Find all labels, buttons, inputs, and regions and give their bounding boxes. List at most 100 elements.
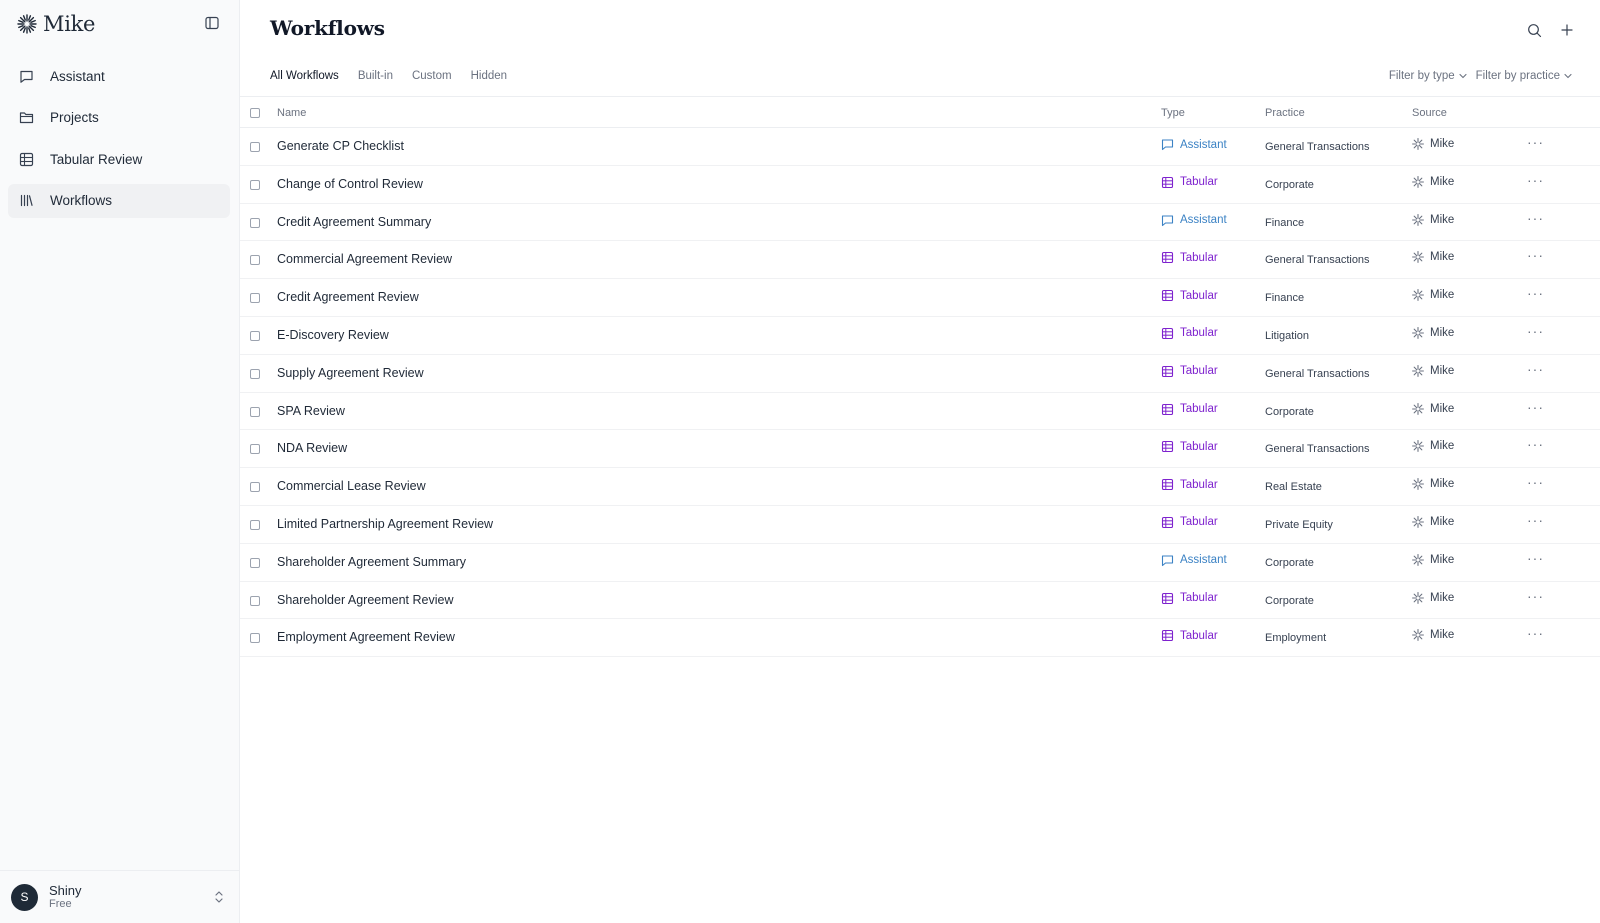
workflow-name[interactable]: Commercial Agreement Review	[277, 252, 452, 266]
row-checkbox[interactable]	[250, 293, 260, 304]
table-row[interactable]: Shareholder Agreement Summary Assistant Co…	[240, 544, 1600, 582]
workflow-type-badge: Tabular	[1161, 403, 1218, 416]
table-row[interactable]: Commercial Agreement Review Tabular Genera…	[240, 241, 1600, 280]
row-more-actions-button[interactable]: ···	[1527, 323, 1544, 339]
table-row[interactable]: SPA Review Tabular Corporate Mike ···	[240, 393, 1600, 431]
starburst-logo-icon	[1412, 516, 1424, 528]
row-checkbox[interactable]	[250, 255, 260, 266]
row-checkbox[interactable]	[250, 217, 260, 228]
row-more-actions-button[interactable]: ···	[1527, 588, 1544, 604]
sidebar-item-tabular-review[interactable]: Tabular Review	[8, 142, 230, 176]
user-name: Shiny	[49, 882, 82, 898]
row-more-actions-button[interactable]: ···	[1527, 285, 1544, 301]
user-plan: Free	[49, 898, 72, 911]
row-checkbox[interactable]	[250, 595, 260, 606]
row-checkbox[interactable]	[250, 179, 260, 190]
table-row[interactable]: NDA Review Tabular General Transactions Mik…	[240, 430, 1600, 469]
row-checkbox[interactable]	[250, 444, 260, 455]
row-more-actions-button[interactable]: ···	[1527, 361, 1544, 377]
column-header-type[interactable]: Type	[1161, 107, 1185, 119]
sidebar-item-workflows[interactable]: Workflows	[8, 183, 230, 218]
workflow-name[interactable]: Change of Control Review	[277, 177, 423, 191]
user-menu[interactable]: S Shiny Free	[0, 870, 239, 923]
workflow-name[interactable]: Credit Agreement Summary	[277, 215, 431, 229]
sidebar-item-projects[interactable]: Projects	[8, 101, 230, 135]
tab-hidden[interactable]: Hidden	[471, 70, 507, 82]
table-icon	[1161, 403, 1174, 415]
column-header-source[interactable]: Source	[1412, 107, 1447, 119]
row-more-actions-button[interactable]: ···	[1527, 399, 1544, 415]
workflow-type-label: Tabular	[1180, 365, 1218, 378]
tab-custom[interactable]: Custom	[412, 70, 452, 82]
sidebar-toggle-button[interactable]	[203, 14, 221, 32]
workflow-name[interactable]: Generate CP Checklist	[277, 139, 404, 153]
row-checkbox[interactable]	[250, 633, 260, 644]
workflow-name[interactable]: Employment Agreement Review	[277, 630, 455, 644]
brand[interactable]: Mike	[17, 11, 95, 37]
add-workflow-button[interactable]	[1558, 21, 1576, 39]
row-more-actions-button[interactable]: ···	[1527, 512, 1544, 528]
workflow-name[interactable]: Supply Agreement Review	[277, 366, 424, 380]
table-row[interactable]: Change of Control Review Tabular Corporate…	[240, 166, 1600, 204]
sidebar-panel-icon	[205, 16, 219, 30]
row-more-actions-button[interactable]: ···	[1527, 172, 1544, 188]
row-more-actions-button[interactable]: ···	[1527, 550, 1544, 566]
table-row[interactable]: Employment Agreement Review Tabular Employ…	[240, 619, 1600, 658]
workflow-name[interactable]: Credit Agreement Review	[277, 290, 419, 304]
tab-all-workflows[interactable]: All Workflows	[270, 70, 339, 82]
row-checkbox[interactable]	[250, 557, 260, 568]
row-more-actions-button[interactable]: ···	[1527, 134, 1544, 150]
sidebar: Mike Assistant Projects Tabular Review W…	[0, 0, 240, 923]
row-more-actions-button[interactable]: ···	[1527, 474, 1544, 490]
row-more-actions-button[interactable]: ···	[1527, 625, 1544, 641]
workflow-type-badge: Assistant	[1161, 554, 1227, 567]
select-all-checkbox[interactable]	[250, 108, 260, 118]
workflow-type-label: Assistant	[1180, 214, 1227, 227]
row-checkbox[interactable]	[250, 142, 260, 152]
table-row[interactable]: Supply Agreement Review Tabular General Tr…	[240, 355, 1600, 393]
workflow-type-label: Tabular	[1180, 592, 1218, 605]
workflow-name[interactable]: Limited Partnership Agreement Review	[277, 517, 493, 531]
workflow-name[interactable]: SPA Review	[277, 404, 345, 418]
starburst-logo-icon	[1412, 478, 1424, 491]
sidebar-item-assistant[interactable]: Assistant	[8, 59, 230, 93]
filter-label: Filter by type	[1388, 70, 1455, 82]
table-row[interactable]: Limited Partnership Agreement Review Tabu…	[240, 506, 1600, 544]
workflow-name[interactable]: NDA Review	[277, 441, 347, 455]
table-row[interactable]: Commercial Lease Review Tabular Real Estat…	[240, 468, 1600, 506]
column-header-name[interactable]: Name	[277, 107, 306, 119]
table-row[interactable]: Generate CP Checklist Assistant General Tr…	[240, 128, 1600, 166]
table-row[interactable]: E-Discovery Review Tabular Litigation Mike ·…	[240, 317, 1600, 355]
starburst-logo-icon	[1412, 402, 1424, 415]
row-more-actions-button[interactable]: ···	[1527, 210, 1544, 226]
row-more-actions-button[interactable]: ···	[1527, 247, 1544, 263]
workflow-name[interactable]: Shareholder Agreement Review	[277, 593, 454, 607]
row-checkbox[interactable]	[250, 330, 260, 341]
filter-by-practice-dropdown[interactable]: Filter by practice	[1476, 70, 1572, 82]
workflow-source: Mike	[1412, 289, 1454, 301]
table-row[interactable]: Credit Agreement Summary Assistant Finance…	[240, 204, 1600, 242]
workflow-practice: Litigation	[1265, 329, 1310, 342]
workflow-type-label: Tabular	[1180, 629, 1218, 642]
workflow-type-badge: Tabular	[1161, 327, 1218, 340]
chevron-down-icon	[1564, 73, 1572, 79]
starburst-logo-icon	[1412, 629, 1424, 642]
table-icon	[1161, 479, 1174, 491]
workflow-source: Mike	[1412, 251, 1454, 263]
workflow-practice: Real Estate	[1265, 481, 1322, 494]
filter-by-type-dropdown[interactable]: Filter by type	[1389, 70, 1467, 82]
row-checkbox[interactable]	[250, 482, 260, 493]
row-checkbox[interactable]	[250, 519, 260, 530]
column-header-practice[interactable]: Practice	[1265, 107, 1305, 119]
workflow-name[interactable]: Commercial Lease Review	[277, 479, 426, 493]
row-checkbox[interactable]	[250, 368, 260, 379]
row-more-actions-button[interactable]: ···	[1527, 436, 1544, 452]
table-row[interactable]: Shareholder Agreement Review Tabular Corpo…	[240, 582, 1600, 620]
tab-built-in[interactable]: Built-in	[358, 70, 393, 82]
row-checkbox[interactable]	[250, 406, 260, 417]
workflow-source-label: Mike	[1430, 175, 1455, 188]
workflow-name[interactable]: Shareholder Agreement Summary	[277, 555, 466, 569]
table-row[interactable]: Credit Agreement Review Tabular Finance Mik…	[240, 279, 1600, 317]
search-button[interactable]	[1525, 21, 1543, 39]
workflow-name[interactable]: E-Discovery Review	[277, 328, 389, 342]
